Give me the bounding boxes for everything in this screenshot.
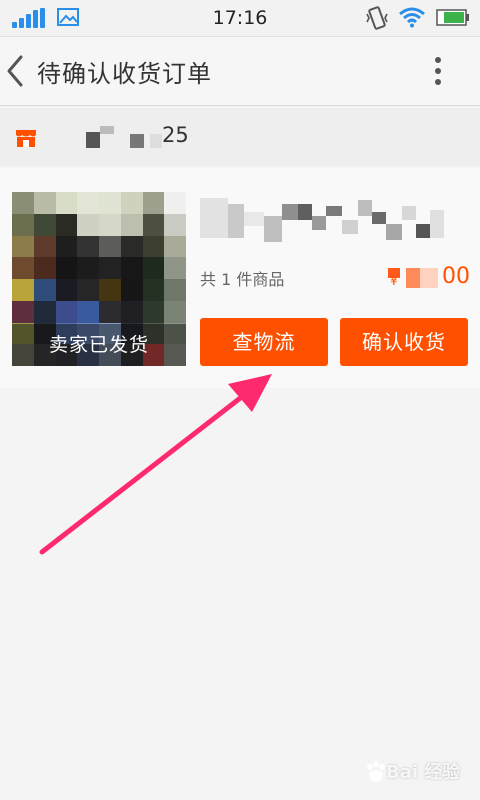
title-mosaic [326, 206, 342, 216]
title-mosaic [416, 224, 430, 238]
back-button[interactable] [0, 37, 34, 105]
watermark-text: Bai 经验 [386, 762, 461, 783]
title-mosaic [402, 206, 416, 220]
shop-name-mosaic [150, 134, 162, 148]
app-header: 待确认收货订单 [0, 37, 480, 106]
paw-logo-icon [367, 761, 385, 782]
more-options-button[interactable] [424, 53, 452, 89]
view-logistics-button[interactable]: 查物流 [200, 318, 328, 366]
price-mosaic [406, 268, 420, 288]
order-card: 卖家已发货 共 1 件商品 ¥ 00 查物流 确认收货 [0, 168, 480, 388]
title-mosaic [282, 204, 298, 220]
vibrate-icon [366, 6, 388, 30]
confirm-receipt-button[interactable]: 确认收货 [340, 318, 468, 366]
watermark: Bai 经验 [364, 754, 474, 790]
title-mosaic [200, 198, 228, 238]
shop-name-mosaic [100, 126, 114, 134]
title-mosaic [298, 204, 312, 220]
title-mosaic [264, 216, 282, 242]
order-price: ¥ 00 [384, 264, 474, 292]
item-count: 共 1 件商品 [200, 270, 285, 289]
title-mosaic [342, 220, 358, 234]
shop-name-mosaic [86, 132, 100, 148]
title-mosaic [358, 200, 372, 216]
wifi-icon [399, 7, 425, 28]
page-title: 待确认收货订单 [37, 60, 212, 88]
shop-name-mosaic [130, 134, 144, 148]
shop-icon [16, 130, 36, 147]
price-mosaic [420, 268, 438, 288]
product-image[interactable]: 卖家已发货 [12, 192, 186, 366]
title-mosaic [228, 204, 244, 238]
title-mosaic [372, 212, 386, 224]
title-mosaic [386, 224, 402, 240]
product-title[interactable] [200, 190, 462, 250]
shop-name: 25 [162, 123, 189, 147]
title-mosaic [430, 210, 444, 238]
title-mosaic [244, 212, 264, 226]
shipped-badge: 卖家已发货 [12, 324, 186, 366]
price-value: 00 [442, 264, 470, 289]
shop-row[interactable]: 25 [0, 108, 480, 166]
status-bar: 17:16 [0, 0, 480, 37]
price-currency: ¥ [390, 274, 398, 288]
title-mosaic [312, 216, 326, 230]
battery-icon [436, 9, 469, 26]
